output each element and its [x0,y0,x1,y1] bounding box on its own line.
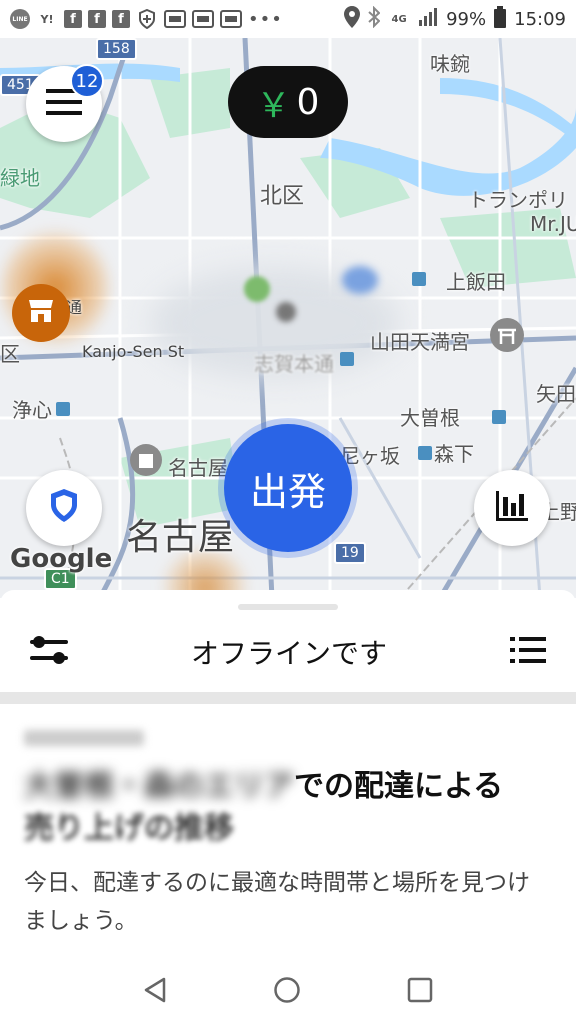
map-label-amagasaka: 尼ヶ坂 [340,444,400,468]
map-label-kamiiida: 上飯田 [446,270,506,294]
signal-icon [418,7,438,31]
screen: LINE Y! f f f ••• 4G 99% 15:09 北区 Kanjo-… [0,0,576,1024]
line-app-icon: LINE [10,9,30,29]
facebook-icon: f [112,10,130,28]
earnings-insights-button[interactable] [474,470,550,546]
station-icon [56,402,70,416]
au-icon [192,9,214,29]
home-circle-icon [273,977,301,1008]
card-eyebrow [24,730,552,752]
store-icon [27,298,55,328]
map-label-ozone: 大曽根 [400,406,460,430]
earnings-pill[interactable]: ￥ 0 [228,66,348,138]
shrine-pin-icon [488,316,526,358]
bottom-sheet[interactable]: オフラインです 大曽根・森のエリアでの配達による 売り上げの推移 今日、配達する… [0,590,576,960]
network-type-icon: 4G [391,13,407,25]
map-label-jyoshin: 浄心 [12,398,52,422]
card-title-visible: での配達による [294,769,504,804]
station-icon [412,272,426,286]
map-label-nagoya-castle: 名古屋 [168,456,228,480]
station-icon [418,446,432,460]
safety-button[interactable] [26,470,102,546]
battery-icon [494,5,507,33]
sliders-icon [30,636,68,671]
battery-percent: 99% [446,8,487,30]
facebook-icon: f [64,10,82,28]
au-icon [164,9,186,29]
yen-symbol: ￥ [256,85,291,126]
route-shield: 19 [334,542,366,564]
map-label-morishita: 森下 [434,442,474,466]
card-eyebrow-blurred [24,730,144,746]
yahoo-icon: Y! [40,12,54,26]
clock: 15:09 [514,8,566,30]
map-label-nagoya: 名古屋 [126,517,235,558]
notification-icons: LINE Y! f f f ••• [10,9,283,30]
blurred-marker [244,276,270,302]
route-shield: 158 [96,38,137,60]
google-logo: Google [10,544,113,574]
castle-pin-icon [128,442,164,482]
notification-badge: 12 [70,64,104,98]
shield-plus-icon [136,9,158,29]
system-icons: 4G 99% 15:09 [344,5,566,33]
card-title-line2: 売り上げの推移 [24,811,234,846]
list-view-button[interactable] [509,636,546,668]
map-label-kanjo-sen: Kanjo-Sen St [82,342,185,361]
trip-preferences-button[interactable] [30,633,68,671]
map-label-ku: 区 [0,342,20,366]
insight-card[interactable]: 大曽根・森のエリアでの配達による 売り上げの推移 今日、配達するのに最適な時間帯… [24,730,552,940]
map-label-shiga-hondori: 志賀本通 [254,352,334,376]
map-view[interactable]: 北区 Kanjo-Sen St 名古屋 名古屋 大曽根 森下 上飯田 山田天満宮… [0,38,576,598]
map-label-ajima: 味鋺 [430,52,470,76]
bluetooth-icon [368,5,381,33]
status-row: オフラインです [0,612,576,692]
go-online-button[interactable]: 出発 [224,424,352,552]
card-body: 今日、配達するのに最適な時間帯と場所を見つけましょう。 [24,870,530,934]
blurred-marker [276,302,296,322]
section-divider [0,692,576,704]
station-icon [492,410,506,424]
sheet-drag-handle[interactable] [238,604,338,610]
back-triangle-icon [143,977,167,1007]
map-label-mrju: Mr.JU [530,212,576,236]
map-label-ryokuchi: 緑地 [0,166,40,190]
driver-status-text: オフラインです [190,637,387,670]
system-nav-bar [0,960,576,1024]
facebook-icon: f [88,10,106,28]
card-title: 大曽根・森のエリアでの配達による 売り上げの推移 [24,766,552,850]
blurred-marker [342,266,378,294]
au-icon [220,9,242,29]
more-notifications-icon: ••• [248,8,283,30]
recents-square-icon [407,977,433,1007]
map-label-yada: 矢田 [536,382,576,406]
map-label-trampoline: トランポリ [468,188,568,212]
earnings-value: 0 [296,81,320,123]
safety-shield-icon [49,488,79,528]
map-label-kita-ku: 北区 [260,184,305,209]
status-bar: LINE Y! f f f ••• 4G 99% 15:09 [0,0,576,38]
list-icon [509,637,546,668]
bar-chart-icon [496,491,528,525]
card-title-blurred-area: 大曽根・森のエリア [24,769,294,804]
location-icon [344,5,361,33]
home-button[interactable] [273,976,301,1008]
back-button[interactable] [143,977,167,1007]
station-icon [340,352,354,366]
recents-button[interactable] [407,977,433,1007]
store-pin[interactable] [12,284,70,342]
map-label-yamada-tenmangu: 山田天満宮 [370,330,470,354]
